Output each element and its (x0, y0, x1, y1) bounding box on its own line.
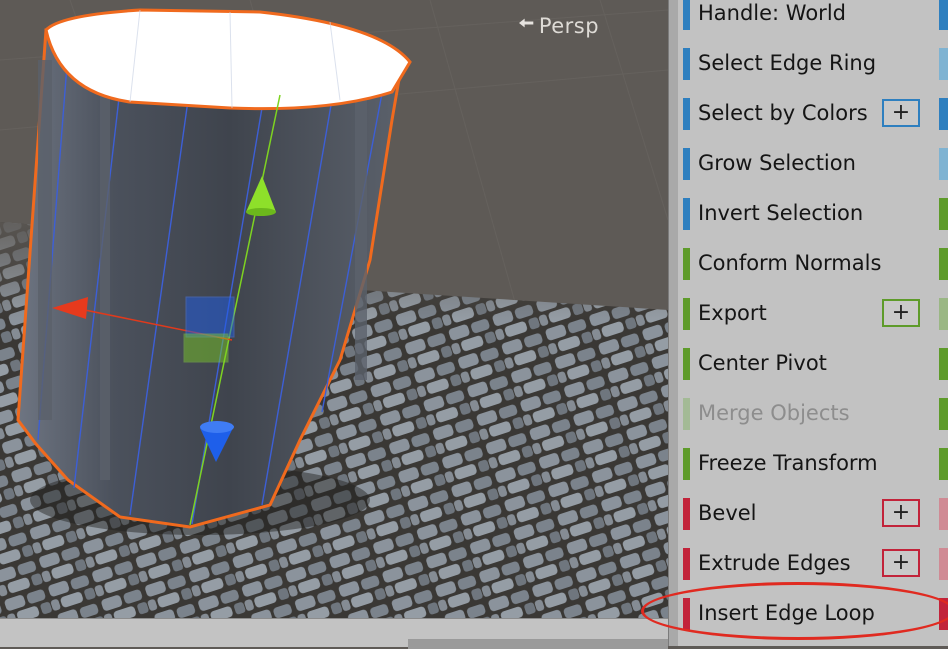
tool-button-export[interactable]: Export + (678, 288, 948, 338)
tool-button-extrude-edges[interactable]: Extrude Edges + (678, 538, 948, 588)
camera-projection-toggle[interactable]: 🠨 Persp (518, 9, 599, 43)
tool-button-select-edge-ring[interactable]: Select Edge Ring (678, 38, 948, 88)
tool-button-center-pivot[interactable]: Center Pivot (678, 338, 948, 388)
category-color-bar (683, 598, 690, 630)
tool-button-label: Extrude Edges (698, 551, 851, 575)
next-column-color-bar (939, 448, 948, 480)
category-color-bar (683, 448, 690, 480)
category-color-bar (683, 398, 690, 430)
next-column-color-bar (939, 498, 948, 530)
options-plus-button[interactable]: + (882, 549, 920, 577)
category-color-bar (683, 298, 690, 330)
tool-button-bevel[interactable]: Bevel + (678, 488, 948, 538)
category-color-bar (683, 548, 690, 580)
scene-render (0, 0, 668, 618)
category-color-bar (683, 48, 690, 80)
next-column-color-bar (939, 48, 948, 80)
scene-viewport[interactable]: 🠨 Persp (0, 0, 668, 618)
category-color-bar (683, 198, 690, 230)
next-column-color-bar (939, 348, 948, 380)
options-plus-button[interactable]: + (882, 99, 920, 127)
next-column-color-bar (939, 0, 948, 30)
next-column-color-bar (939, 98, 948, 130)
next-column-color-bar (939, 598, 948, 630)
tool-button-label: Select Edge Ring (698, 51, 877, 75)
next-column-color-bar (939, 298, 948, 330)
tool-button-invert-selection[interactable]: Invert Selection (678, 188, 948, 238)
tool-button-label: Conform Normals (698, 251, 882, 275)
next-column-color-bar (939, 248, 948, 280)
viewport-status-strip (0, 618, 668, 649)
options-plus-button[interactable]: + (882, 299, 920, 327)
tool-button-label: Center Pivot (698, 351, 827, 375)
tool-button-label: Invert Selection (698, 201, 864, 225)
chevron-left-icon: 🠨 (518, 11, 535, 35)
tool-button-label: Handle: World (698, 1, 846, 25)
next-column-color-bar (939, 148, 948, 180)
tool-button-merge-objects[interactable]: Merge Objects (678, 388, 948, 438)
category-color-bar (683, 148, 690, 180)
probuilder-tool-panel: Handle: World Select Edge Ring Select by C… (678, 0, 948, 646)
options-plus-button[interactable]: + (882, 499, 920, 527)
category-color-bar (683, 248, 690, 280)
tool-button-grow-selection[interactable]: Grow Selection (678, 138, 948, 188)
category-color-bar (683, 0, 690, 30)
status-strip-notch (408, 639, 668, 649)
tool-button-label: Grow Selection (698, 151, 856, 175)
tool-button-freeze-transform[interactable]: Freeze Transform (678, 438, 948, 488)
camera-label: Persp (538, 14, 600, 38)
tool-button-conform-normals[interactable]: Conform Normals (678, 238, 948, 288)
tool-button-handle-world[interactable]: Handle: World (678, 0, 948, 38)
category-color-bar (683, 348, 690, 380)
tool-button-label: Select by Colors (698, 101, 868, 125)
tool-button-label: Insert Edge Loop (698, 601, 875, 625)
tool-button-label: Merge Objects (698, 401, 850, 425)
next-column-color-bar (939, 198, 948, 230)
category-color-bar (683, 98, 690, 130)
tool-button-label: Bevel (698, 501, 757, 525)
tool-button-label: Export (698, 301, 767, 325)
tool-button-label: Freeze Transform (698, 451, 878, 475)
next-column-color-bar (939, 398, 948, 430)
tool-button-select-by-colors[interactable]: Select by Colors + (678, 88, 948, 138)
next-column-color-bar (939, 548, 948, 580)
tool-button-insert-edge-loop[interactable]: Insert Edge Loop (678, 588, 948, 638)
category-color-bar (683, 498, 690, 530)
